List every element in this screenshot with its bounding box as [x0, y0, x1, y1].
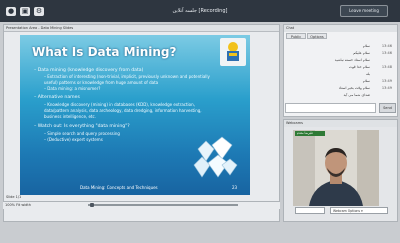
chat-message: سلام وقت بخیر استاد 13:49: [286, 86, 394, 91]
chat-message: صدای شما می آید: [286, 93, 394, 98]
chat-message-text: سلام خدا قوت: [348, 65, 370, 69]
slide-bullet: – Watch out: Is everything "data mining"…: [34, 124, 130, 129]
slide-bullet: – (Deductive) expert systems: [44, 137, 103, 142]
chat-message-time: 13:48: [381, 65, 392, 69]
mic-icon[interactable]: ●: [6, 7, 16, 16]
chat-message: سلام 13:49: [286, 79, 394, 84]
presenter-image: [293, 130, 379, 206]
chat-message: سلام علیکم 13:46: [286, 51, 394, 56]
slide-bullet: – Simple search and query processing: [44, 131, 120, 136]
chat-message-time: 13:46: [381, 44, 392, 48]
chat-message-time: 13:46: [381, 51, 392, 55]
slide-footer: Data Mining: Concepts and Techniques: [80, 185, 158, 190]
chat-message: سلام 13:46: [286, 44, 394, 49]
chat-input[interactable]: [285, 103, 376, 113]
chat-message-text: بله: [365, 72, 370, 76]
slide-bullet: – Alternative names: [34, 95, 80, 100]
chat-message-text: سلام: [362, 44, 370, 48]
tab-options[interactable]: Options: [307, 33, 327, 39]
chat-message: سلام خدا قوت 13:48: [286, 65, 394, 70]
slide-page-number: 23: [232, 185, 238, 190]
slide-bullet: useful) patterns or knowledge from huge …: [44, 80, 159, 85]
leave-meeting-button[interactable]: Leave meeting: [340, 5, 388, 17]
chat-message-text: سلام وقت بخیر استاد: [338, 86, 370, 90]
webcam-header: Webcams: [284, 120, 397, 127]
slide-bullet: business intelligence, etc.: [44, 114, 96, 119]
chat-message-text: سلام علیکم: [353, 51, 370, 55]
chat-message: سلام استاد خسته نباشید: [286, 58, 394, 63]
webcam-user-label: علیرضا مقدم: [295, 131, 325, 136]
webcam-icon[interactable]: ▣: [20, 7, 30, 16]
settings-icon[interactable]: ⚙: [34, 7, 44, 16]
zoom-label[interactable]: 100% Fit width: [5, 202, 31, 208]
slide-title: What Is Data Mining?: [32, 45, 177, 59]
presentation-header: Presentation Area - Data Mining Slides: [4, 25, 279, 32]
zoom-slider-handle[interactable]: [90, 203, 94, 207]
presentation-slide: What Is Data Mining? – Data mining (know…: [20, 35, 250, 195]
send-button[interactable]: Send: [379, 103, 396, 113]
webcam-video: [293, 130, 379, 206]
chat-message-text: سلام: [362, 79, 370, 83]
webcam-toggle-button[interactable]: [295, 207, 325, 214]
diamonds-icon: [190, 135, 238, 181]
chat-message-text: سلام استاد خسته نباشید: [334, 58, 370, 62]
slide-bullet: – Knowledge discovery (mining) in databa…: [44, 102, 195, 107]
slide-counter: Slide 1/1: [6, 195, 22, 199]
tab-public[interactable]: Public: [286, 33, 306, 39]
zoom-slider[interactable]: [88, 204, 238, 206]
slide-bullet: – Data mining (knowledge discovery from …: [34, 68, 144, 73]
status-bar: [0, 224, 400, 243]
chat-message-time: 13:49: [381, 86, 392, 90]
meeting-title: جلسه آنلاین [Recording]: [172, 8, 228, 14]
slide-bullet: data/pattern analysis, data archeology, …: [44, 108, 202, 113]
chat-message-time: 13:49: [381, 79, 392, 83]
chat-header: Chat: [284, 25, 397, 32]
chat-message-text: صدای شما می آید: [343, 93, 370, 97]
chat-message: بله: [286, 72, 394, 77]
webcam-options-select[interactable]: Webcam Options ▾: [330, 207, 388, 214]
slide-bullet: – Data mining: a misnomer?: [44, 86, 101, 91]
university-logo-icon: [220, 38, 246, 66]
slide-bullet: – Extraction of interesting (non-trivial…: [44, 74, 210, 79]
